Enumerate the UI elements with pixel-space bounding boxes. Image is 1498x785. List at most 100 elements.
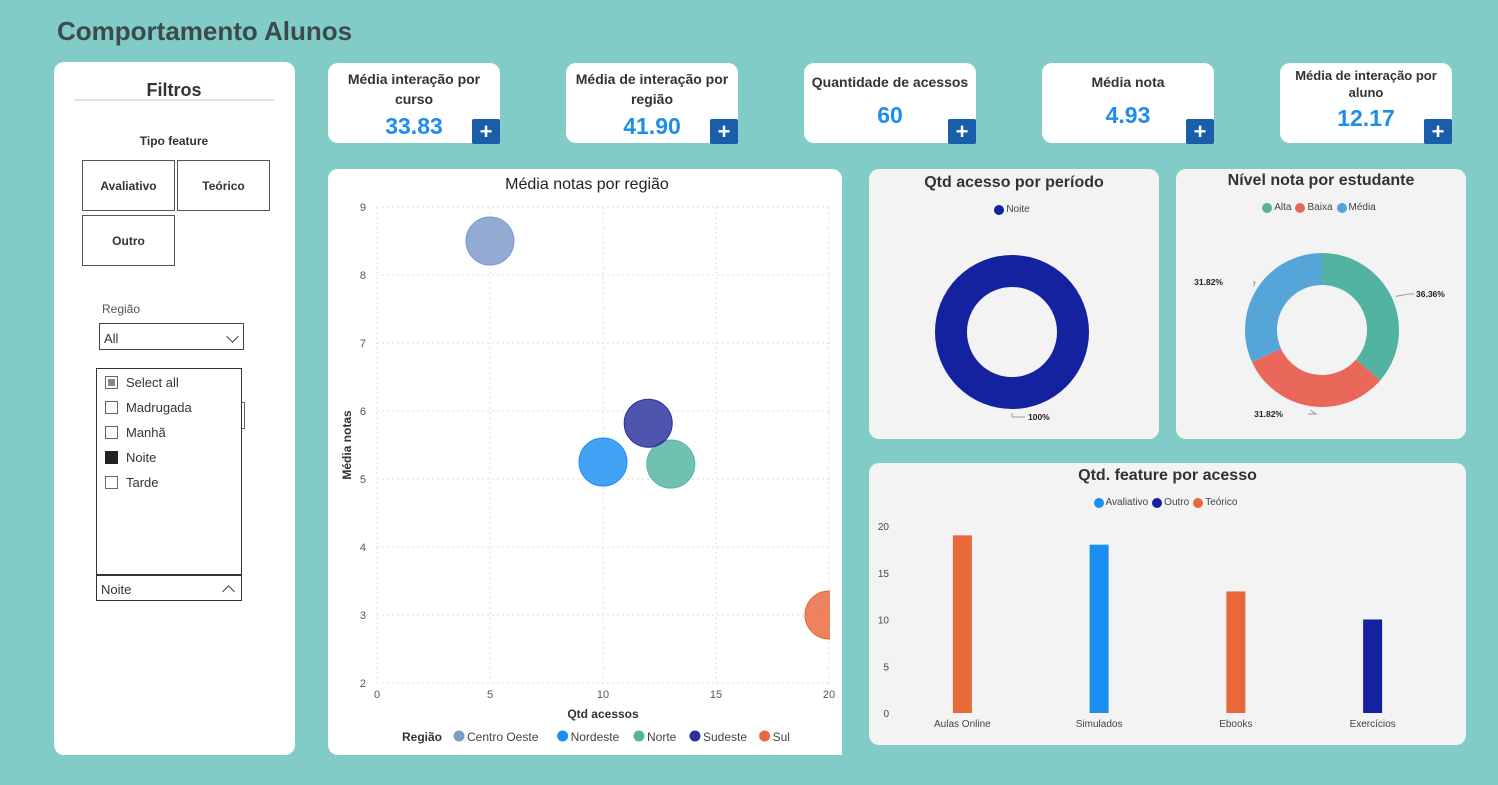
bar-teórico (952, 535, 972, 713)
regiao-dropdown[interactable]: All (99, 323, 244, 350)
y-tick-label: 5 (883, 662, 889, 673)
regiao-label: Região (102, 302, 141, 316)
x-tick-label: 15 (710, 689, 722, 701)
checkbox-icon[interactable] (105, 376, 118, 389)
period-list: Select all Madrugada Manhã Noite Tarde (96, 368, 242, 575)
tipo-feature-label: Tipo feature (139, 134, 209, 148)
periodo-panel: Qtd acesso por período Noite 100% (869, 169, 1159, 439)
kpi-card-quantidade-acessos: Quantidade de acessos 60 + (804, 63, 976, 144)
leader-line (1395, 293, 1414, 297)
list-item-tarde[interactable]: Tarde (105, 475, 159, 490)
slice-alta (1322, 253, 1399, 381)
regiao-dropdown-value: All (104, 331, 119, 346)
list-item-select-all[interactable]: Select all (105, 375, 179, 390)
tile-outro[interactable]: Outro (82, 215, 175, 266)
list-item-label: Manhã (126, 425, 166, 440)
scatter-panel: Média notas por região 2 3 4 5 6 7 8 9 0 5 10 15 20 Qt… (328, 169, 842, 755)
data-label: 36.36% (1416, 289, 1445, 299)
checkbox-icon[interactable] (105, 476, 118, 489)
y-tick-label: 0 (883, 709, 889, 720)
donut-chart: 100% (935, 255, 1089, 422)
kpi-title: Média de interação por região (575, 71, 729, 107)
y-tick-label: 20 (878, 522, 890, 533)
plus-button[interactable]: + (710, 119, 738, 144)
y-tick-label: 9 (360, 202, 366, 214)
kpi-title: Média nota (1091, 74, 1165, 90)
x-tick-label: Exercícios (1350, 719, 1396, 730)
checkbox-icon[interactable] (105, 401, 118, 414)
data-label: 31.82% (1254, 409, 1283, 419)
legend-title: Região (402, 730, 442, 744)
x-tick-label: Aulas Online (934, 719, 991, 730)
kpi-card-interacao-aluno: Média de interação por aluno 12.17 + (1280, 63, 1452, 144)
plus-button[interactable]: + (472, 119, 500, 144)
legend-dot (689, 730, 701, 742)
checkbox-icon[interactable] (105, 426, 118, 439)
list-item-label: Madrugada (126, 400, 192, 415)
data-label: 100% (1028, 412, 1050, 422)
list-item-manha[interactable]: Manhã (105, 425, 166, 440)
kpi-card-interacao-regiao: Média de interação por região 41.90 + (566, 63, 738, 144)
bubbles (465, 216, 830, 640)
chevron-up-icon (222, 585, 235, 598)
kpi-title: Quantidade de acessos (811, 74, 969, 90)
bubble-nordeste (578, 437, 628, 487)
kpi-title: Média de interação por aluno (1295, 68, 1437, 100)
x-tick-label: 0 (374, 689, 380, 701)
list-item-label: Noite (126, 450, 157, 465)
bar-teórico (1226, 591, 1246, 713)
legend-label: Norte (647, 730, 677, 744)
chevron-down-icon (226, 330, 239, 343)
period-dropdown[interactable]: Noite (96, 575, 242, 601)
bubble-sul (804, 590, 830, 640)
x-tick-label: 10 (597, 689, 609, 701)
y-tick-label: 7 (360, 338, 366, 350)
kpi-card-media-nota: Média nota 4.93 + (1042, 63, 1214, 144)
tile-avaliativo[interactable]: Avaliativo (82, 160, 175, 211)
data-label: 31.82% (1194, 277, 1223, 287)
list-item-label: Tarde (126, 475, 159, 490)
legend-dot (453, 730, 465, 742)
tile-teorico[interactable]: Teórico (177, 160, 270, 211)
list-item-noite[interactable]: Noite (105, 450, 156, 465)
y-tick-label: 8 (360, 270, 366, 282)
page-title: Comportamento Alunos (57, 16, 353, 46)
y-tick-label: 15 (878, 569, 890, 580)
plus-button[interactable]: + (1424, 119, 1452, 144)
x-tick-label: 20 (823, 689, 835, 701)
donut-chart: 36.36% 31.82% 31.82% (1194, 253, 1445, 419)
legend-dot (633, 730, 645, 742)
kpi-card-interacao-curso: Média interação por curso 33.83 + (328, 63, 500, 144)
legend-label: Sudeste (703, 730, 747, 744)
y-tick-label: 3 (360, 610, 366, 622)
leader-line (1253, 281, 1256, 287)
nivel-nota-panel: Nível nota por estudante Alta Baixa Média … (1176, 169, 1466, 439)
bubble-norte (646, 439, 696, 489)
filters-divider (74, 99, 274, 101)
kpi-title: Média interação por curso (347, 71, 481, 107)
plus-button[interactable]: + (1186, 119, 1214, 144)
plus-button[interactable]: + (948, 119, 976, 144)
checkbox-icon[interactable] (105, 451, 118, 464)
bar-outro (1363, 619, 1383, 713)
slice-média (1245, 253, 1322, 362)
x-tick-label: Simulados (1076, 719, 1123, 730)
legend-label: Centro Oeste (467, 730, 539, 744)
y-axis-label: Média notas (340, 410, 354, 480)
bar-chart: 0 5 10 15 20 Aulas Online Simulados Ebooks Exerc… (878, 522, 1396, 730)
leader-line (1308, 409, 1318, 415)
list-item-label: Select all (126, 375, 179, 390)
scatter-chart: Média notas por região 2 3 4 5 6 7 8 9 0 5 10 15 20 Qt… (340, 176, 835, 744)
period-dropdown-value: Noite (101, 582, 132, 597)
y-tick-label: 10 (878, 616, 890, 627)
bubble-centro-oeste (465, 216, 515, 266)
bubble-sudeste (623, 398, 673, 448)
x-axis-label: Qtd acessos (567, 707, 639, 721)
y-tick-label: 6 (360, 406, 366, 418)
x-tick-label: Ebooks (1219, 719, 1252, 730)
legend-dot (759, 730, 771, 742)
y-tick-label: 5 (360, 474, 366, 486)
y-tick-label: 2 (360, 678, 366, 690)
legend-label: Sul (773, 730, 790, 744)
list-item-madrugada[interactable]: Madrugada (105, 400, 192, 415)
